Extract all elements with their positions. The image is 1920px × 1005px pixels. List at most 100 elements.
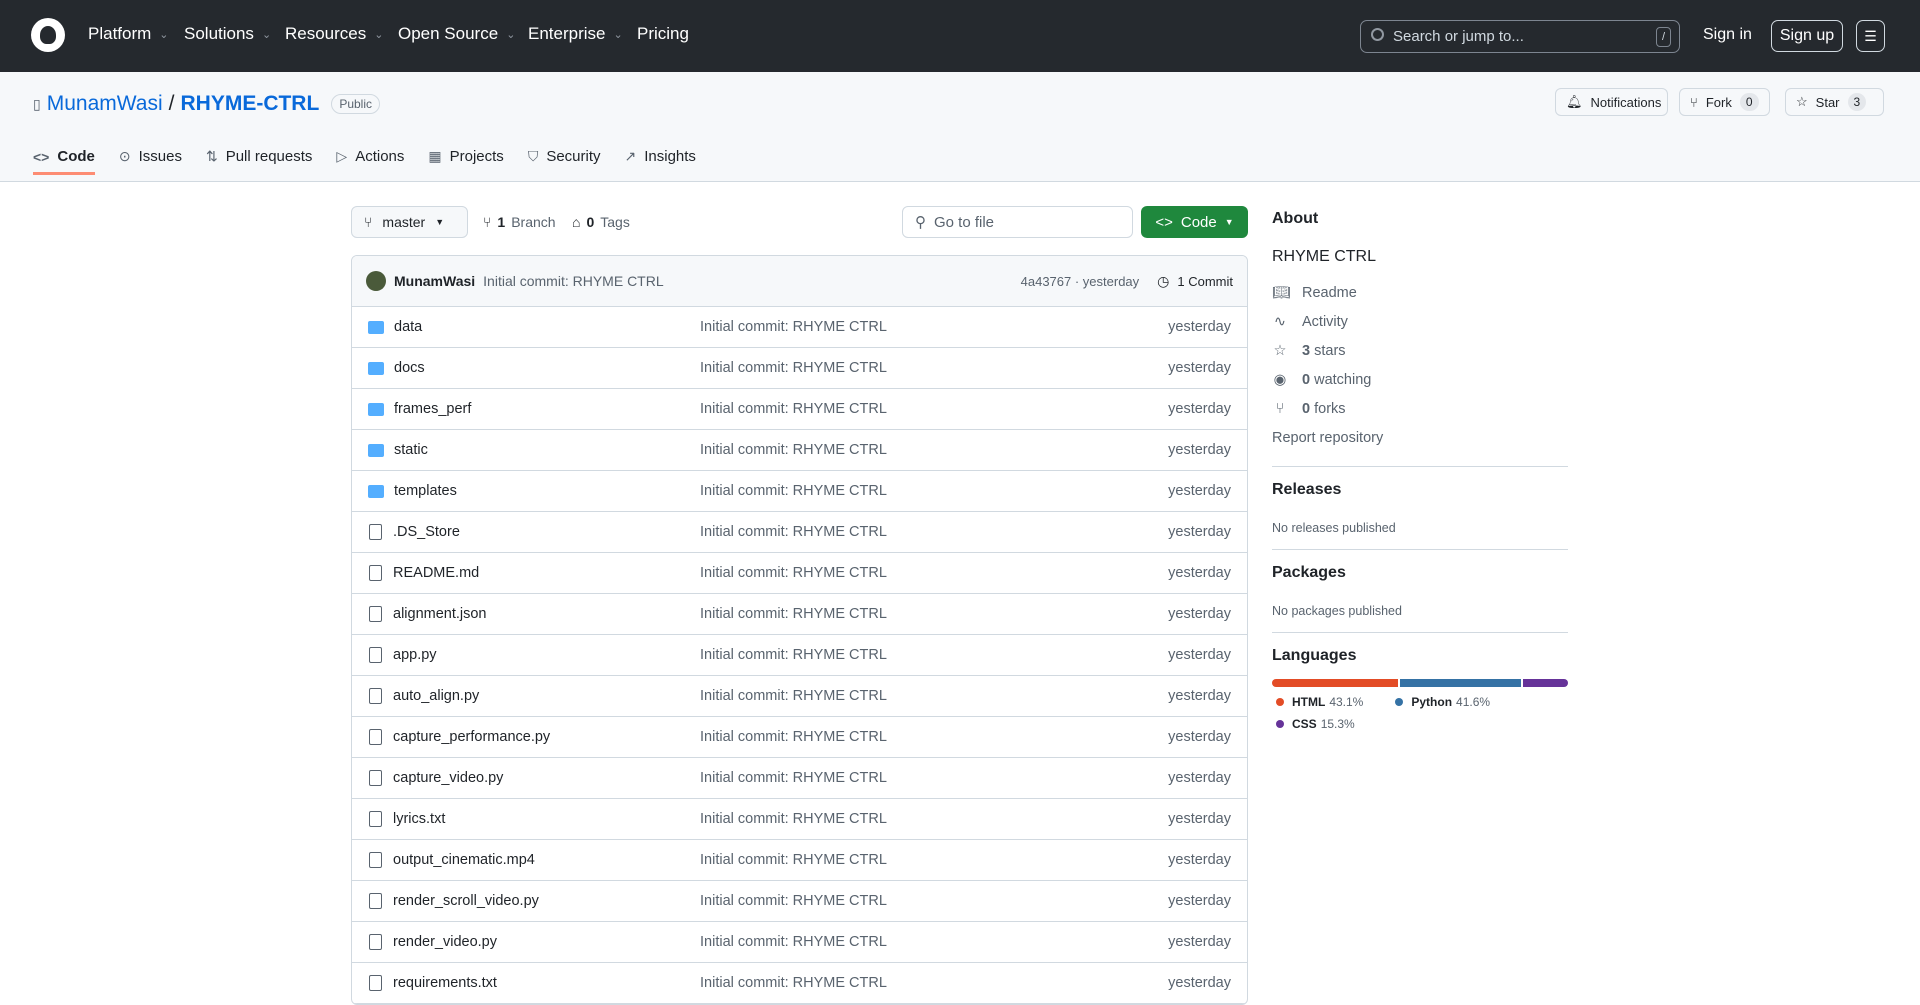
fork-count: 0 xyxy=(1739,93,1759,111)
commit-message-link[interactable]: Initial commit: RHYME CTRL xyxy=(700,688,1168,704)
nav-enterprise[interactable]: Enterprise ⌄ xyxy=(528,24,623,44)
file-name-link[interactable]: render_video.py xyxy=(393,934,497,950)
file-name-link[interactable]: docs xyxy=(394,360,425,376)
language-item-html[interactable]: HTML 43.1% xyxy=(1272,695,1363,709)
file-name-link[interactable]: capture_performance.py xyxy=(393,729,550,745)
file-row: .DS_Store Initial commit: RHYME CTRL yeste… xyxy=(352,512,1247,553)
code-label: Code xyxy=(1180,213,1217,231)
file-name-link[interactable]: lyrics.txt xyxy=(393,811,445,827)
forks-link[interactable]: ⑂ 0 forks xyxy=(1272,394,1568,423)
commit-message-link[interactable]: Initial commit: RHYME CTRL xyxy=(700,565,1168,581)
commit-meta[interactable]: 4a43767 · yesterday xyxy=(1021,274,1140,289)
repo-name-link[interactable]: RHYME-CTRL xyxy=(180,92,319,116)
tab-projects[interactable]: ▦ Projects xyxy=(428,148,503,175)
commit-message-link[interactable]: Initial commit: RHYME CTRL xyxy=(700,606,1168,622)
file-name-link[interactable]: data xyxy=(394,319,422,335)
language-item-python[interactable]: Python 41.6% xyxy=(1391,695,1490,709)
commit-message-link[interactable]: Initial commit: RHYME CTRL xyxy=(700,770,1168,786)
commit-message-link[interactable]: Initial commit: RHYME CTRL xyxy=(700,483,1168,499)
file-name-link[interactable]: alignment.json xyxy=(393,606,487,622)
tab-issues[interactable]: ⊙ Issues xyxy=(119,148,182,175)
commit-message-link[interactable]: Initial commit: RHYME CTRL xyxy=(700,975,1168,991)
file-row: docs Initial commit: RHYME CTRL yesterday xyxy=(352,348,1247,389)
file-name-link[interactable]: output_cinematic.mp4 xyxy=(393,852,535,868)
stars-count: 3 xyxy=(1302,342,1311,359)
commit-message-link[interactable]: Initial commit: RHYME CTRL xyxy=(700,401,1168,417)
sign-up-button[interactable]: Sign up xyxy=(1771,20,1843,52)
notifications-button[interactable]: 🔔︎ Notifications xyxy=(1555,88,1668,116)
tab-security[interactable]: ⛉ Security xyxy=(528,148,601,175)
activity-link[interactable]: ∿ Activity xyxy=(1272,307,1568,336)
branches-link[interactable]: ⑂ 1 Branch xyxy=(483,206,556,238)
code-dropdown-button[interactable]: <> Code ▼ xyxy=(1141,206,1248,238)
file-name-link[interactable]: README.md xyxy=(393,565,479,581)
star-icon: ☆ xyxy=(1796,94,1808,109)
nav-resources[interactable]: Resources ⌄ xyxy=(285,24,383,44)
packages-heading[interactable]: Packages xyxy=(1272,564,1568,582)
go-to-file-input[interactable]: ⚲ Go to file xyxy=(902,206,1133,238)
file-name-link[interactable]: auto_align.py xyxy=(393,688,479,704)
file-name-link[interactable]: frames_perf xyxy=(394,401,471,417)
stars-link[interactable]: ☆ 3 stars xyxy=(1272,336,1568,365)
file-name-link[interactable]: render_scroll_video.py xyxy=(393,893,539,909)
packages-empty: No packages published xyxy=(1272,604,1402,618)
commit-message-link[interactable]: Initial commit: RHYME CTRL xyxy=(700,319,1168,335)
file-name-link[interactable]: static xyxy=(394,442,428,458)
commit-date: yesterday xyxy=(1168,319,1231,335)
commit-message-link[interactable]: Initial commit: RHYME CTRL xyxy=(700,893,1168,909)
tab-insights[interactable]: ↗ Insights xyxy=(625,148,696,175)
nav-label: Pricing xyxy=(637,24,689,43)
fork-button[interactable]: ⑂ Fork 0 xyxy=(1679,88,1770,116)
file-name-link[interactable]: .DS_Store xyxy=(393,524,460,540)
repo-tabs: <> Code ⊙ Issues ⇅ Pull requests ▷ Actions ▦ Proj… xyxy=(33,148,696,175)
commit-message-link[interactable]: Initial commit: RHYME CTRL xyxy=(700,647,1168,663)
nav-solutions[interactable]: Solutions ⌄ xyxy=(184,24,271,44)
commit-author[interactable]: MunamWasi xyxy=(394,273,475,289)
commit-message-link[interactable]: Initial commit: RHYME CTRL xyxy=(700,729,1168,745)
file-name-link[interactable]: capture_video.py xyxy=(393,770,503,786)
commit-date: yesterday xyxy=(1168,606,1231,622)
tab-pull-requests[interactable]: ⇅ Pull requests xyxy=(206,148,312,175)
commit-date: yesterday xyxy=(1168,852,1231,868)
language-item-css[interactable]: CSS 15.3% xyxy=(1272,717,1355,731)
nav-pricing[interactable]: Pricing xyxy=(637,24,689,44)
commit-message-link[interactable]: Initial commit: RHYME CTRL xyxy=(700,852,1168,868)
about-heading: About xyxy=(1272,210,1319,227)
github-logo-icon[interactable] xyxy=(31,18,65,52)
sign-in-link[interactable]: Sign in xyxy=(1703,26,1752,44)
watching-link[interactable]: ◉ 0 watching xyxy=(1272,365,1568,394)
file-row: data Initial commit: RHYME CTRL yesterday xyxy=(352,307,1247,348)
tab-code[interactable]: <> Code xyxy=(33,148,95,175)
commits-link[interactable]: 1 Commit xyxy=(1177,274,1233,289)
issue-icon: ⊙ xyxy=(118,148,131,164)
tab-actions[interactable]: ▷ Actions xyxy=(336,148,404,175)
commit-message-link[interactable]: Initial commit: RHYME CTRL xyxy=(700,360,1168,376)
commit-message-link[interactable]: Initial commit: RHYME CTRL xyxy=(700,524,1168,540)
branch-selector[interactable]: ⑂ master ▼ xyxy=(351,206,468,238)
repo-owner-link[interactable]: MunamWasi xyxy=(47,92,163,116)
file-browser: MunamWasi Initial commit: RHYME CTRL 4a4… xyxy=(351,255,1248,1005)
search-input[interactable]: Search or jump to... / xyxy=(1360,20,1680,53)
settings-sliders-icon[interactable]: ☰ xyxy=(1856,20,1885,52)
commit-message-link[interactable]: Initial commit: RHYME CTRL xyxy=(700,811,1168,827)
file-name-link[interactable]: app.py xyxy=(393,647,437,663)
commit-message-link[interactable]: Initial commit: RHYME CTRL xyxy=(700,934,1168,950)
report-repository-link[interactable]: Report repository xyxy=(1272,423,1568,452)
readme-link[interactable]: 📖︎ Readme xyxy=(1272,278,1568,307)
nav-label: Resources xyxy=(285,24,367,43)
releases-heading[interactable]: Releases xyxy=(1272,481,1568,499)
file-name-link[interactable]: templates xyxy=(394,483,457,499)
folder-icon xyxy=(368,443,384,457)
file-icon xyxy=(369,893,382,909)
tab-label: Issues xyxy=(138,148,182,165)
commit-message-link[interactable]: Initial commit: RHYME CTRL xyxy=(700,442,1168,458)
file-name-link[interactable]: requirements.txt xyxy=(393,975,497,991)
nav-open-source[interactable]: Open Source ⌄ xyxy=(398,24,515,44)
commit-message[interactable]: Initial commit: RHYME CTRL xyxy=(483,273,1012,289)
star-count: 3 xyxy=(1847,93,1867,111)
tags-link[interactable]: ⌂ 0 Tags xyxy=(572,206,630,238)
star-button[interactable]: ☆ Star 3 xyxy=(1785,88,1884,116)
avatar[interactable] xyxy=(366,271,386,291)
file-icon xyxy=(369,524,382,540)
nav-platform[interactable]: Platform ⌄ xyxy=(88,24,169,44)
